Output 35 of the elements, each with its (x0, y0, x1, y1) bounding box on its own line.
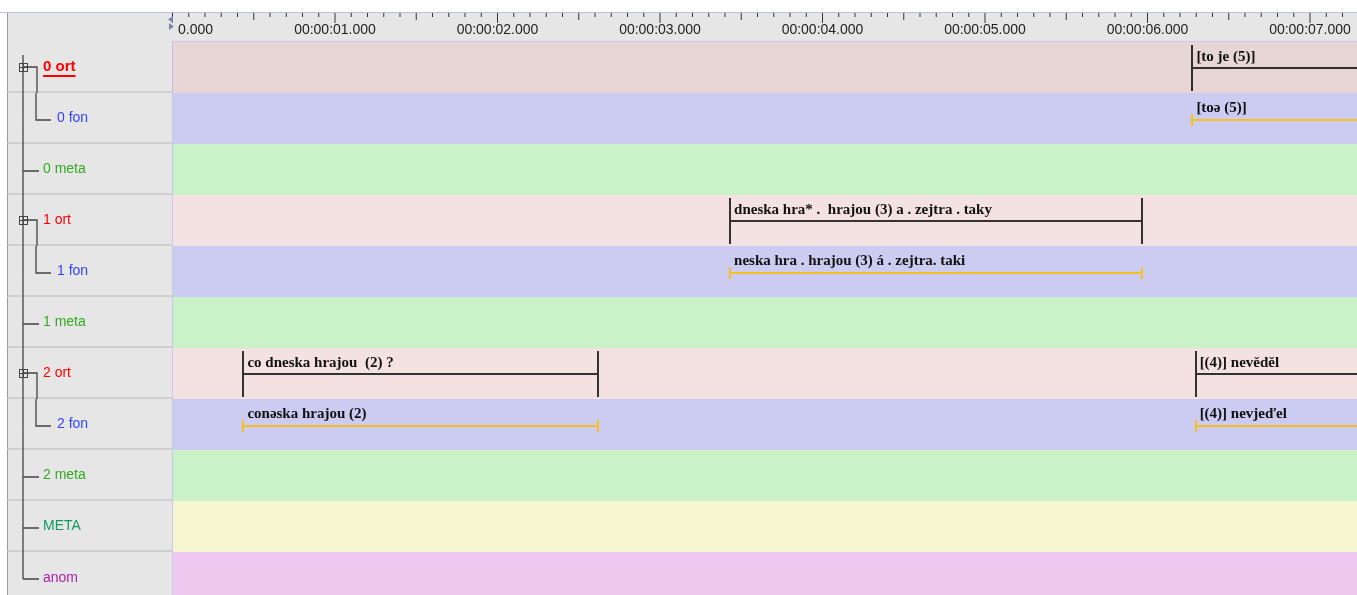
time-cursor-icon[interactable] (168, 16, 174, 30)
annotation-text: dneska hra* . hrajou (3) a . zejtra . taky (734, 201, 992, 218)
time-label: 00:00:05.000 (944, 21, 1026, 37)
annotation-text: [toə (5)] (1196, 99, 1247, 116)
tier-label[interactable]: 0 meta (43, 158, 86, 179)
time-label: 00:00:03.000 (619, 21, 701, 37)
annotation-text: conəska hrajou (2) (247, 405, 367, 422)
tier-label[interactable]: 2 fon (57, 413, 89, 434)
segment-bracket[interactable] (729, 198, 1143, 244)
expand-toggle-icon[interactable] (19, 216, 28, 225)
annotation-text: [to je (5)] (1196, 48, 1256, 65)
time-label: 0.000 (178, 21, 214, 37)
tier-label[interactable]: 2 ort (43, 362, 71, 383)
segment-bracket[interactable] (1191, 45, 1357, 91)
tier-label[interactable]: 2 meta (43, 464, 86, 485)
expand-toggle-icon[interactable] (19, 369, 28, 378)
time-label: 00:00:01.000 (294, 21, 376, 37)
tier-label[interactable]: 0 ort (43, 55, 76, 78)
annotation-text: neska hra . hrajou (3) á . zejtra. taki (734, 252, 966, 269)
time-label: 00:00:02.000 (456, 21, 539, 37)
expand-toggle-icon[interactable] (19, 63, 28, 72)
annotation-text: co dneska hrajou (2) ? (247, 354, 394, 371)
tier-label[interactable]: 1 meta (43, 311, 86, 332)
tier-label[interactable]: 1 ort (43, 209, 71, 230)
tier-label[interactable]: META (43, 515, 81, 536)
tier-label[interactable]: 1 fon (57, 260, 89, 281)
tier-label[interactable]: 0 fon (57, 107, 89, 128)
segment-bracket[interactable] (242, 351, 599, 397)
time-label: 00:00:07.000 (1269, 21, 1351, 37)
tier-label[interactable]: anom (43, 567, 79, 588)
time-label: 00:00:06.000 (1106, 21, 1189, 37)
segment-bracket[interactable] (1194, 351, 1357, 397)
time-label: 00:00:04.000 (781, 21, 864, 37)
annotation-text: [(4)] nevěděl (1199, 354, 1280, 371)
annotation-text: [(4)] nevjeďel (1199, 405, 1287, 422)
